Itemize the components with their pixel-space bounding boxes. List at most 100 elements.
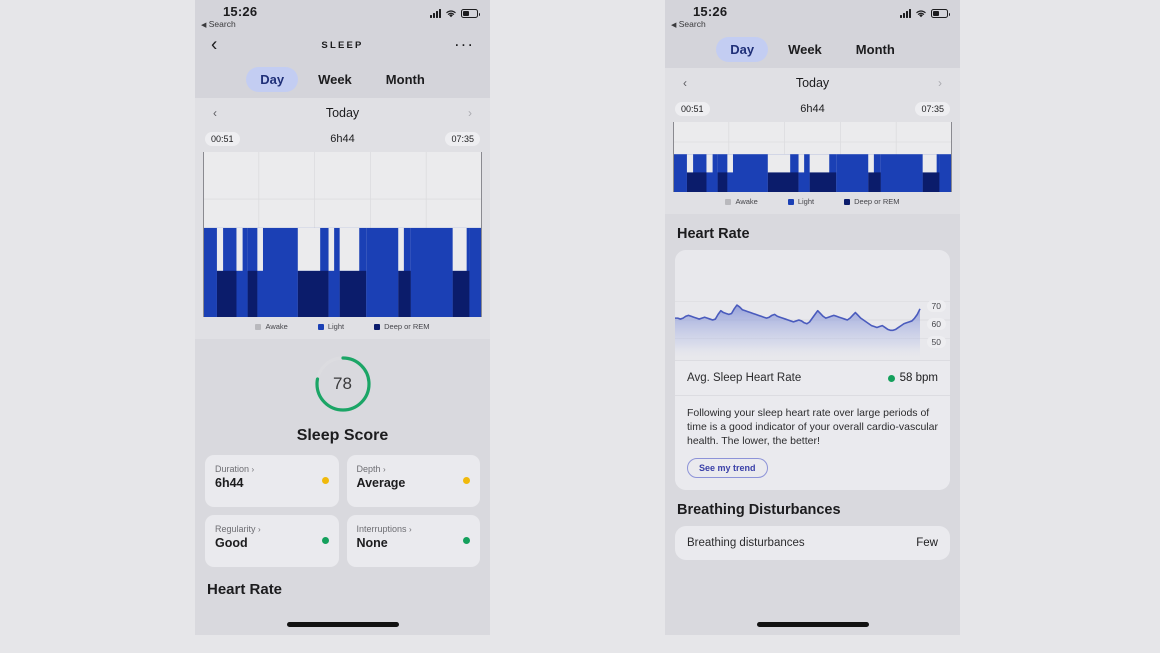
metric-regularity-status-dot — [321, 537, 329, 544]
metric-regularity[interactable]: Regularity › Good — [205, 515, 339, 567]
heart-rate-description-block: Following your sleep heart rate over lar… — [675, 395, 950, 490]
tab-day[interactable]: Day — [246, 66, 299, 92]
metric-interruptions-value: None — [356, 536, 388, 550]
period-tabs: Day Week Month — [665, 30, 960, 68]
avg-sleep-heart-rate-label: Avg. Sleep Heart Rate — [687, 372, 802, 384]
prev-day-button[interactable]: ‹ — [683, 76, 687, 90]
battery-icon — [931, 9, 950, 18]
metric-duration-value: 6h44 — [215, 476, 244, 490]
status-back-label: Search — [208, 19, 236, 29]
legend-label-light: Light — [797, 197, 815, 206]
legend-label-deep: Deep or REM — [854, 197, 900, 206]
breathing-disturbances-section: Breathing Disturbances Breathing disturb… — [665, 490, 960, 560]
metric-depth[interactable]: Depth › Average — [346, 455, 480, 507]
metric-regularity-value: Good — [215, 536, 248, 550]
heart-rate-section: Heart Rate 70 60 50 Avg. Sleep Heart Rat… — [665, 214, 960, 490]
tab-week[interactable]: Week — [304, 67, 366, 92]
metric-depth-key: Depth › — [357, 464, 471, 474]
legend-label-deep: Deep or REM — [384, 322, 430, 331]
back-button[interactable]: ‹ — [211, 36, 217, 55]
legend-item-light: Light — [317, 322, 345, 331]
heart-rate-chart[interactable]: 70 60 50 — [675, 250, 950, 360]
legend-item-deep: Deep or REM — [374, 322, 430, 331]
heart-rate-card: 70 60 50 Avg. Sleep Heart Rate 58 bpm Fo… — [675, 250, 950, 490]
next-day-button[interactable]: › — [468, 106, 472, 120]
tab-month[interactable]: Month — [372, 67, 439, 92]
avg-sleep-heart-rate-number: 58 bpm — [899, 372, 938, 384]
sleep-end-time: 07:35 — [445, 132, 480, 146]
sleep-start-time: 00:51 — [675, 102, 710, 116]
home-indicator — [286, 622, 399, 627]
tab-month[interactable]: Month — [842, 37, 909, 62]
breathing-card: Breathing disturbances Few — [675, 525, 950, 560]
metric-duration[interactable]: Duration › 6h44 — [205, 455, 339, 507]
hypnogram-section: 00:51 6h44 07:35 Awake Light Deep or REM — [195, 128, 490, 339]
day-selector: ‹ Today › — [665, 68, 960, 98]
period-tabs: Day Week Month — [195, 60, 490, 98]
chevron-right-icon: › — [251, 465, 255, 474]
metric-duration-key: Duration › — [215, 464, 329, 474]
legend-swatch-awake — [255, 323, 262, 330]
next-day-button[interactable]: › — [938, 76, 942, 90]
status-bar: 15:26 ◀ Search — [195, 0, 490, 30]
hypnogram-legend: Awake Light Deep or REM — [673, 192, 952, 212]
legend-item-awake: Awake — [725, 197, 758, 206]
status-back-to-app[interactable]: ◀ Search — [671, 19, 706, 29]
metrics-grid: Duration › 6h44 Depth › Average Regulari… — [195, 445, 490, 567]
legend-label-light: Light — [327, 322, 345, 331]
current-day-label: Today — [795, 76, 830, 90]
back-triangle-icon: ◀ — [201, 22, 207, 29]
metric-interruptions[interactable]: Interruptions › None — [346, 515, 480, 567]
hypnogram-times: 00:51 6h44 07:35 — [203, 128, 482, 152]
breathing-row-value: Few — [916, 536, 938, 549]
legend-item-deep: Deep or REM — [844, 197, 900, 206]
legend-item-awake: Awake — [255, 322, 288, 331]
sleep-score-value: 78 — [333, 374, 352, 393]
hypnogram-legend: Awake Light Deep or REM — [203, 317, 482, 337]
legend-swatch-awake — [725, 198, 732, 205]
avg-sleep-heart-rate-value: 58 bpm — [887, 372, 938, 384]
home-indicator — [756, 622, 869, 627]
status-dot-icon — [887, 374, 895, 382]
tab-week[interactable]: Week — [774, 37, 836, 62]
metric-regularity-key: Regularity › — [215, 524, 329, 534]
legend-label-awake: Awake — [735, 197, 758, 206]
hr-axis-label-70: 70 — [926, 300, 946, 312]
wifi-icon — [446, 10, 456, 18]
hypnogram-chart[interactable] — [203, 152, 482, 317]
chevron-right-icon: › — [409, 525, 412, 534]
status-back-label: Search — [678, 19, 706, 29]
page-title: SLEEP — [321, 39, 364, 51]
legend-swatch-light — [787, 198, 794, 205]
more-options-button[interactable]: ··· — [454, 36, 474, 53]
signal-bars-icon — [900, 9, 911, 18]
metric-depth-key-text: Depth — [356, 464, 381, 474]
status-back-to-app[interactable]: ◀ Search — [201, 19, 236, 29]
legend-label-awake: Awake — [265, 322, 288, 331]
heart-rate-heading: Heart Rate — [677, 226, 750, 242]
breathing-row[interactable]: Breathing disturbances Few — [675, 525, 950, 560]
legend-swatch-deep — [374, 323, 381, 330]
heart-rate-heading-cutoff: Heart Rate — [207, 581, 283, 598]
metric-interruptions-status-dot — [463, 537, 470, 544]
chevron-right-icon: › — [258, 525, 261, 534]
status-time: 15:26 — [693, 4, 728, 19]
sleep-score-section: 78 Sleep Score Duration › 6h44 Depth › A… — [195, 339, 490, 604]
tab-day[interactable]: Day — [716, 36, 769, 62]
breathing-row-label: Breathing disturbances — [687, 536, 805, 549]
legend-swatch-light — [317, 323, 324, 330]
hypnogram-chart[interactable] — [673, 122, 952, 192]
see-my-trend-button[interactable]: See my trend — [687, 457, 768, 478]
back-triangle-icon: ◀ — [671, 22, 677, 29]
sleep-end-time: 07:35 — [915, 102, 950, 116]
metric-interruptions-key: Interruptions › — [357, 524, 471, 534]
screenshot-stage: 15:26 ◀ Search ‹ SLEEP ··· Day Week Mont… — [0, 0, 1160, 653]
breathing-heading: Breathing Disturbances — [677, 501, 841, 518]
signal-bars-icon — [430, 9, 441, 18]
prev-day-button[interactable]: ‹ — [213, 106, 217, 120]
status-time: 15:26 — [223, 4, 258, 19]
metric-interruptions-key-text: Interruptions — [356, 524, 407, 534]
status-bar: 15:26 ◀ Search — [665, 0, 960, 30]
sleep-duration: 6h44 — [800, 103, 825, 115]
metric-duration-status-dot — [321, 477, 329, 484]
